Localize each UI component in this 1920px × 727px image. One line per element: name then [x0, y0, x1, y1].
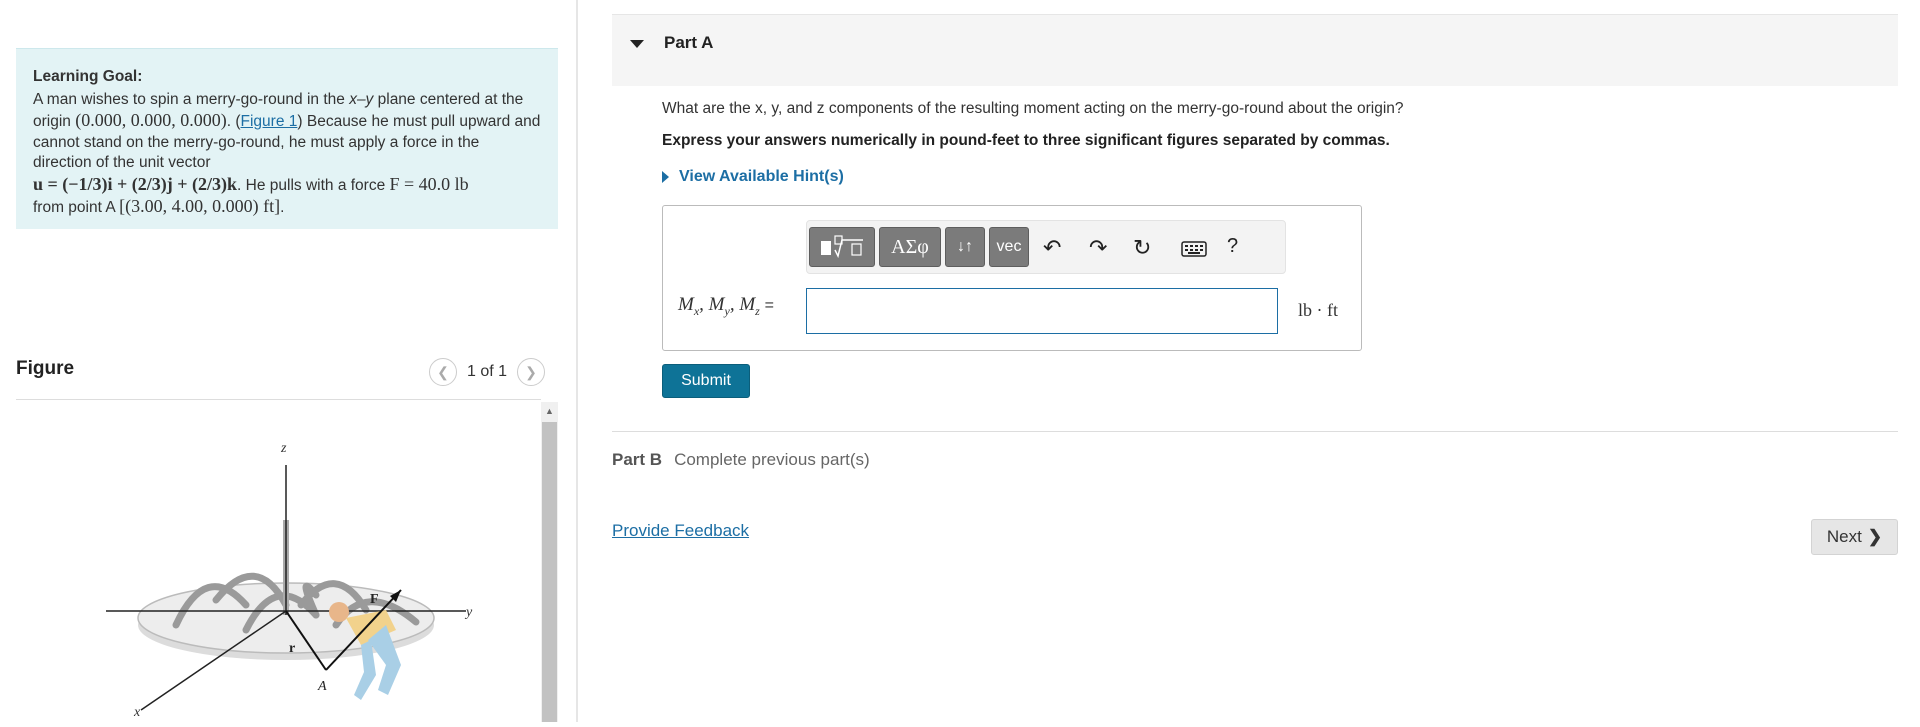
next-label: Next — [1826, 527, 1862, 546]
part-a-title: Part A — [664, 33, 714, 52]
left-panel: Learning Goal: A man wishes to spin a me… — [0, 0, 576, 722]
collapse-caret-icon[interactable] — [630, 40, 644, 48]
redo-icon[interactable]: ↷ — [1089, 235, 1107, 261]
sub-superscript-button[interactable]: ↓↑ — [945, 227, 985, 267]
learning-goal-text: A man wishes to spin a merry-go-round in… — [33, 90, 541, 217]
next-button[interactable]: Next ❯ — [1811, 519, 1898, 555]
reset-icon[interactable]: ↻ — [1133, 235, 1151, 261]
part-a-header[interactable]: Part A — [612, 14, 1898, 86]
triangle-right-icon — [662, 171, 669, 183]
axes — [106, 465, 466, 711]
submit-button[interactable]: Submit — [662, 364, 750, 398]
provide-feedback-link[interactable]: Provide Feedback — [612, 521, 749, 541]
figure-link[interactable]: Figure 1 — [241, 113, 298, 130]
learning-goal-box: Learning Goal: A man wishes to spin a me… — [16, 48, 558, 229]
figure-scrollbar[interactable]: ▲ — [541, 402, 558, 722]
scroll-up-icon[interactable]: ▲ — [545, 406, 554, 416]
part-a-instruction: Express your answers numerically in poun… — [662, 132, 1390, 149]
figure-page-indicator: 1 of 1 — [467, 363, 508, 380]
vector-button[interactable]: vec — [989, 227, 1029, 267]
merry-go-round-illustration: z y x r F A — [106, 441, 473, 720]
goal-intro: A man wishes to spin a merry-go-round in… — [33, 90, 345, 108]
fraction-root-icon — [821, 235, 863, 259]
part-a-question: What are the x, y, and z components of t… — [662, 100, 1404, 117]
F-label: F — [370, 592, 379, 607]
view-hints-label: View Available Hint(s) — [679, 168, 844, 185]
axis-y-label: y — [464, 605, 473, 620]
A-label: A — [317, 679, 327, 694]
axis-z-label: z — [280, 441, 287, 456]
keyboard-icon[interactable] — [1181, 238, 1207, 264]
chevron-right-icon: ❯ — [525, 363, 537, 380]
undo-icon[interactable]: ↶ — [1043, 235, 1061, 261]
part-b-status: Complete previous part(s) — [674, 450, 870, 469]
moment-answer-input[interactable] — [806, 288, 1278, 334]
goal-pulls: He pulls with a force — [245, 176, 386, 194]
goal-force: F = 40.0 lb — [389, 173, 469, 194]
prev-figure-button[interactable]: ❮ — [429, 358, 457, 386]
axis-x-label: x — [133, 705, 141, 720]
panel-divider — [576, 0, 578, 722]
goal-origin: (0.000, 0.000, 0.000) — [75, 110, 227, 130]
moment-components-label: Mx, My, Mz = — [678, 294, 774, 318]
greek-symbols-button[interactable]: ΑΣφ — [879, 227, 941, 267]
figure-image: z y x r F A — [16, 400, 541, 722]
learning-goal-heading: Learning Goal: — [33, 68, 143, 85]
help-button[interactable]: ? — [1227, 235, 1238, 258]
chevron-left-icon: ❮ — [437, 363, 449, 380]
view-hints-link[interactable]: View Available Hint(s) — [662, 168, 844, 186]
goal-unit-vector: u = (−1/3)i + (2/3)j + (2/3)k — [33, 173, 238, 194]
unit-label: lb · ft — [1298, 300, 1338, 320]
part-b-row: Part B Complete previous part(s) — [612, 450, 870, 470]
next-figure-button[interactable]: ❯ — [517, 358, 546, 386]
section-divider — [612, 431, 1898, 432]
chevron-right-icon: ❯ — [1867, 527, 1883, 546]
templates-button[interactable] — [809, 227, 875, 267]
goal-point-a: [(3.00, 4.00, 0.000) ft] — [119, 196, 281, 216]
math-toolbar: ΑΣφ ↓↑ vec ↶ ↷ ↻ ? — [806, 220, 1286, 274]
goal-plane: x–y — [349, 90, 374, 108]
scrollbar-thumb[interactable] — [542, 422, 557, 722]
r-label: r — [289, 641, 295, 656]
figure-pager: ❮ 1 of 1 ❯ — [429, 358, 546, 386]
part-b-label: Part B — [612, 450, 663, 469]
answer-box: ΑΣφ ↓↑ vec ↶ ↷ ↻ ? Mx, My, Mz = lb · ft — [662, 205, 1362, 351]
figure-title: Figure — [16, 358, 75, 379]
goal-from-point: from point A — [33, 199, 115, 216]
